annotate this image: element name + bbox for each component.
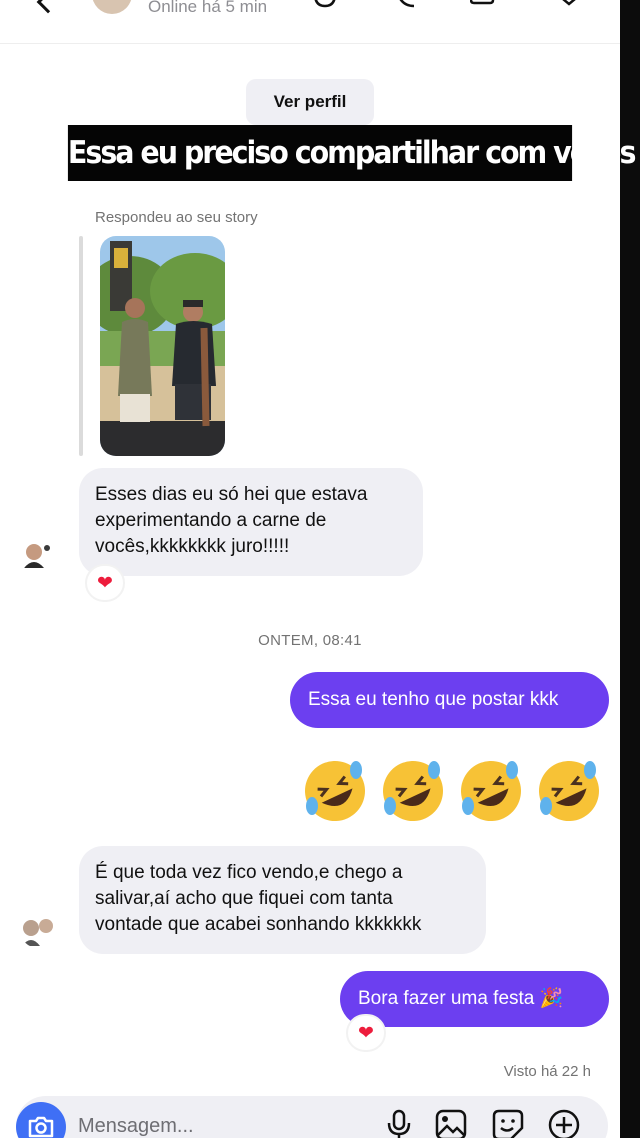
view-profile-button[interactable]: Ver perfil bbox=[246, 79, 374, 125]
incoming-message[interactable]: É que toda vez fico vendo,e chego a sali… bbox=[79, 846, 486, 954]
story-photo bbox=[100, 236, 225, 456]
emoji-message[interactable] bbox=[300, 756, 604, 826]
rolling-laughing-emoji bbox=[383, 761, 443, 821]
outgoing-message[interactable]: Essa eu tenho que postar kkk bbox=[290, 672, 609, 728]
message-line: É que toda vez fico vendo,e chego a bbox=[95, 862, 403, 883]
story-reply-indicator bbox=[79, 236, 83, 456]
online-status: Online há 5 min bbox=[148, 0, 268, 16]
message-line: salivar,aí acho que fiquei com tanta bbox=[95, 888, 393, 909]
rolling-laughing-emoji bbox=[305, 761, 365, 821]
rolling-laughing-emoji bbox=[539, 761, 599, 821]
message-composer bbox=[16, 1096, 608, 1138]
message-input[interactable] bbox=[78, 1112, 338, 1138]
date-divider: ONTEM, 08:41 bbox=[258, 632, 362, 649]
flag-icon[interactable] bbox=[556, 0, 582, 8]
message-line: vontade que acabei sonhando kkkkkkk bbox=[95, 914, 422, 935]
avatar-image bbox=[20, 538, 56, 574]
story-reply-label: Respondeu ao seu story bbox=[95, 209, 258, 226]
plus-icon[interactable] bbox=[547, 1108, 581, 1138]
phone-icon[interactable] bbox=[396, 0, 422, 8]
sender-avatar[interactable] bbox=[20, 912, 56, 948]
heart-reaction[interactable]: ❤ bbox=[346, 1014, 386, 1052]
message-line: vocês,kkkkkkkk juro!!!!! bbox=[95, 536, 290, 557]
avatar-image bbox=[20, 912, 56, 948]
incoming-message[interactable]: Esses dias eu só hei que estava experime… bbox=[79, 468, 423, 576]
sender-avatar[interactable] bbox=[20, 538, 56, 574]
sticker-icon[interactable] bbox=[491, 1108, 525, 1138]
heart-reaction[interactable]: ❤ bbox=[85, 564, 125, 602]
caption-overlay: Essa eu preciso compartilhar com vocês r… bbox=[67, 125, 640, 181]
rolling-laughing-emoji bbox=[461, 761, 521, 821]
back-icon[interactable] bbox=[36, 0, 60, 14]
message-text: Bora fazer uma festa 🎉 bbox=[358, 988, 564, 1009]
chat-header: Online há 5 min bbox=[0, 0, 620, 44]
audio-call-icon[interactable] bbox=[312, 0, 338, 8]
message-line: experimentando a carne de bbox=[95, 510, 327, 531]
video-call-icon[interactable] bbox=[470, 0, 496, 8]
camera-button[interactable] bbox=[16, 1102, 66, 1138]
message-text: Essa eu tenho que postar kkk bbox=[308, 689, 559, 710]
heart-icon: ❤ bbox=[358, 1022, 374, 1044]
seen-status: Visto há 22 h bbox=[503, 1063, 591, 1080]
story-thumbnail[interactable] bbox=[100, 236, 225, 456]
camera-icon bbox=[28, 1116, 54, 1138]
microphone-icon[interactable] bbox=[382, 1108, 416, 1138]
image-icon[interactable] bbox=[434, 1108, 468, 1138]
header-avatar[interactable] bbox=[92, 0, 132, 14]
heart-icon: ❤ bbox=[97, 572, 113, 594]
message-line: Esses dias eu só hei que estava bbox=[95, 484, 368, 505]
